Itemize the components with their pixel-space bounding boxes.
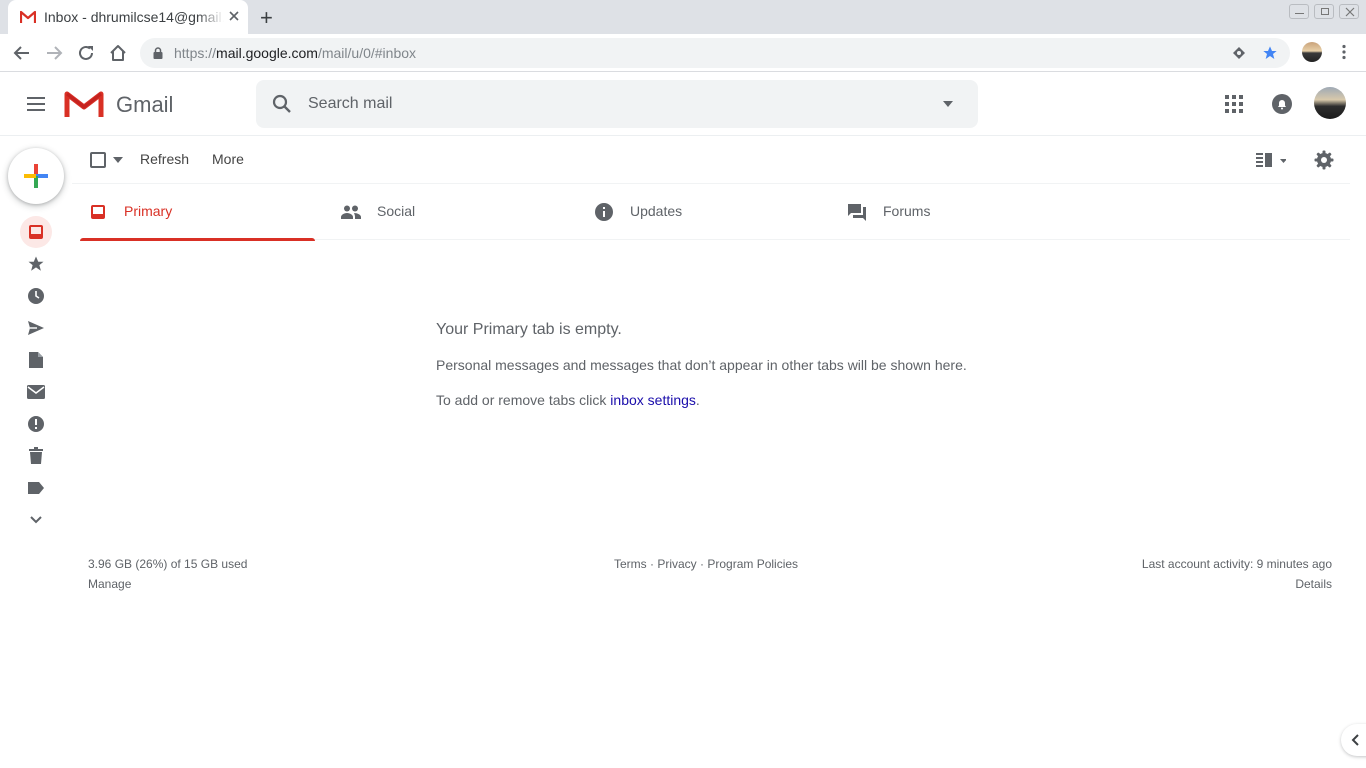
drafts-icon[interactable] (28, 351, 44, 369)
last-account-activity: Last account activity: 9 minutes ago (1141, 557, 1332, 571)
url-text: https://mail.google.com/mail/u/0/#inbox (174, 45, 417, 61)
tab-label: Forums (883, 203, 931, 219)
all-mail-icon[interactable] (26, 384, 46, 400)
bookmark-star-icon[interactable] (1262, 45, 1278, 61)
tab-label: Updates (630, 203, 683, 219)
tab-label: Primary (124, 203, 173, 219)
manage-storage-link[interactable]: Manage (88, 577, 131, 591)
address-bar[interactable]: https://mail.google.com/mail/u/0/#inbox (140, 38, 1290, 68)
lock-icon[interactable] (153, 47, 163, 59)
search-options-dropdown-icon[interactable] (942, 100, 954, 108)
select-all-checkbox[interactable] (90, 152, 106, 168)
category-tabs: Primary Social Updates Forums (80, 184, 1350, 241)
google-apps-icon[interactable] (1224, 94, 1244, 114)
select-dropdown-icon[interactable] (113, 157, 123, 163)
people-icon (341, 205, 361, 219)
active-tab-indicator (80, 238, 315, 241)
program-policies-link[interactable]: Program Policies (707, 557, 798, 571)
refresh-button[interactable]: Refresh (140, 151, 189, 167)
sidebar-item-inbox[interactable] (20, 216, 52, 248)
side-panel-toggle[interactable] (1341, 724, 1366, 756)
tab-close-icon[interactable] (226, 8, 242, 24)
home-icon[interactable] (108, 43, 128, 63)
compose-button[interactable] (8, 148, 64, 204)
sent-icon[interactable] (27, 319, 45, 337)
empty-state-title: Your Primary tab is empty. (436, 321, 622, 338)
main-menu-icon[interactable] (24, 92, 48, 116)
tab-forums[interactable]: Forums (839, 184, 1074, 240)
new-tab-button[interactable]: + (260, 5, 273, 31)
gmail-favicon-icon (20, 10, 36, 24)
label-icon[interactable] (27, 481, 45, 495)
tab-social[interactable]: Social (333, 184, 568, 240)
notifications-bell-icon[interactable] (1271, 93, 1293, 115)
split-pane-toggle-icon[interactable] (1256, 152, 1286, 168)
compose-plus-icon (24, 164, 48, 188)
inbox-icon (91, 205, 105, 219)
browser-menu-icon[interactable] (1336, 44, 1352, 60)
search-icon[interactable] (270, 92, 294, 116)
close-window-button[interactable] (1339, 4, 1359, 19)
trash-icon[interactable] (28, 447, 44, 465)
empty-state-message: Personal messages and messages that don’… (436, 357, 967, 373)
sidebar (0, 216, 72, 536)
inbox-icon (29, 225, 43, 239)
tab-updates[interactable]: Updates (586, 184, 821, 240)
browser-tab[interactable]: Inbox - dhrumilcse14@gmail.com - Gmail (8, 0, 248, 34)
account-avatar[interactable] (1314, 87, 1346, 119)
terms-link[interactable]: Terms (614, 557, 647, 571)
spam-icon[interactable] (27, 415, 45, 433)
forward-arrow-icon[interactable] (44, 43, 64, 63)
search-box[interactable] (256, 80, 978, 128)
reload-icon[interactable] (76, 43, 96, 63)
chevron-left-icon (1351, 734, 1359, 746)
footer-links: Terms · Privacy · Program Policies (614, 557, 799, 571)
tab-primary[interactable]: Primary (80, 184, 315, 241)
inbox-settings-link[interactable]: inbox settings (610, 392, 696, 408)
minimize-window-button[interactable] (1289, 4, 1309, 19)
expand-more-icon[interactable] (29, 515, 43, 525)
gmail-header: Gmail (0, 72, 1366, 136)
extension-eye-icon[interactable] (1232, 46, 1246, 60)
gmail-wordmark[interactable]: Gmail (116, 92, 173, 118)
browser-profile-avatar[interactable] (1302, 42, 1322, 62)
settings-gear-icon[interactable] (1314, 150, 1334, 170)
privacy-link[interactable]: Privacy (657, 557, 696, 571)
browser-tab-strip: Inbox - dhrumilcse14@gmail.com - Gmail + (0, 0, 1366, 34)
gmail-logo-icon[interactable] (64, 89, 104, 119)
maximize-window-button[interactable] (1314, 4, 1334, 19)
search-input[interactable] (308, 92, 908, 116)
back-arrow-icon[interactable] (12, 43, 32, 63)
browser-toolbar: https://mail.google.com/mail/u/0/#inbox (0, 34, 1366, 72)
browser-tab-title: Inbox - dhrumilcse14@gmail.com - Gmail (44, 9, 224, 25)
info-icon (595, 203, 613, 221)
storage-usage: 3.96 GB (26%) of 15 GB used (88, 557, 248, 571)
more-button[interactable]: More (212, 151, 244, 167)
snoozed-clock-icon[interactable] (27, 287, 45, 305)
tab-label: Social (377, 203, 416, 219)
star-icon[interactable] (27, 255, 45, 273)
empty-state-settings-hint: To add or remove tabs click inbox settin… (436, 392, 700, 408)
forum-icon (848, 204, 866, 221)
activity-details-link[interactable]: Details (1295, 577, 1332, 591)
